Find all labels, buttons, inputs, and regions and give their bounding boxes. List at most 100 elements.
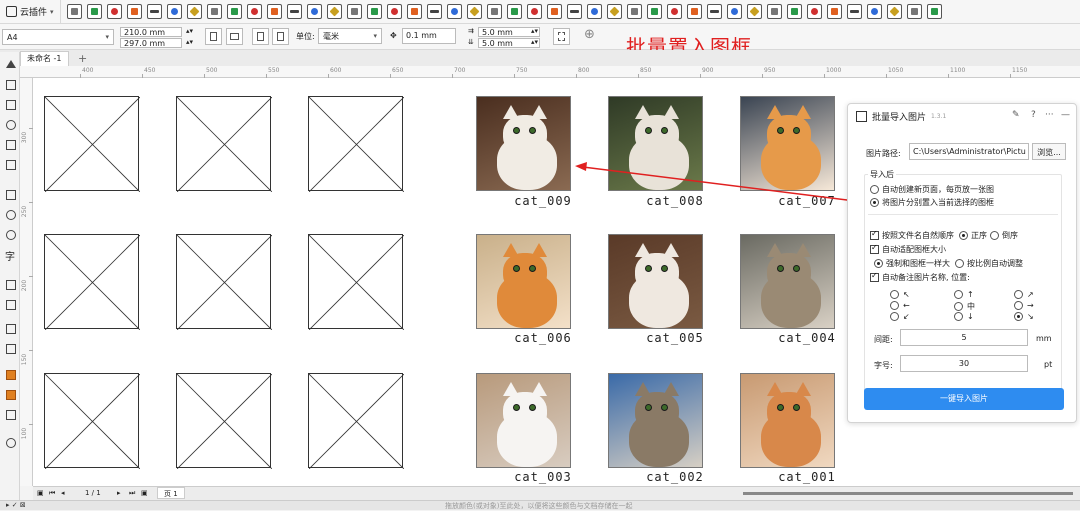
palette-arrow-icon[interactable]: ▸ ✓ ⊠ <box>6 501 26 509</box>
radio-sort-asc[interactable] <box>959 231 968 240</box>
plugin-tool-icon[interactable] <box>566 4 582 19</box>
connector-tool-icon[interactable] <box>4 298 16 310</box>
plugin-tool-icon[interactable] <box>606 4 622 19</box>
plugin-tool-icon[interactable] <box>366 4 382 19</box>
cat-photo[interactable] <box>476 373 571 468</box>
pos-center[interactable]: 中 <box>954 301 975 312</box>
cat-photo[interactable] <box>740 373 835 468</box>
help-button[interactable]: ? <box>1031 110 1036 120</box>
shape-tool-icon[interactable] <box>4 78 16 90</box>
radio-fit-scale[interactable] <box>955 259 964 268</box>
plugin-tool-icon[interactable] <box>486 4 502 19</box>
option-new-page[interactable]: 自动创建新页面，每页放一张图 <box>870 184 994 195</box>
parallel-dimension-tool-icon[interactable] <box>4 278 16 290</box>
empty-frame[interactable] <box>308 234 404 330</box>
plugin-tool-icon[interactable] <box>626 4 642 19</box>
polygon-tool-icon[interactable] <box>4 228 16 240</box>
interactive-fill-tool-icon[interactable] <box>4 388 16 400</box>
fontsize-input[interactable]: 30 <box>900 355 1028 372</box>
radio-pos[interactable] <box>954 290 963 299</box>
empty-frame[interactable] <box>308 373 404 469</box>
plugin-tool-icon[interactable] <box>306 4 322 19</box>
pos-top-left[interactable]: ↖ <box>890 290 910 299</box>
empty-frame[interactable] <box>308 96 404 192</box>
plugin-tool-icon[interactable] <box>326 4 342 19</box>
height-stepper[interactable]: ▴▾ <box>186 38 193 46</box>
plugin-tool-icon[interactable] <box>506 4 522 19</box>
plugin-tool-icon[interactable] <box>126 4 142 19</box>
pick-tool-icon[interactable] <box>4 58 16 70</box>
prev-page-icon[interactable]: ◂ <box>61 489 65 497</box>
empty-frame[interactable] <box>44 234 140 330</box>
page-width-input[interactable]: 210.0 mm <box>120 27 182 37</box>
plugin-tool-icon[interactable] <box>846 4 862 19</box>
plugin-menu[interactable]: 云插件 ▾ <box>0 0 61 24</box>
fit-option[interactable]: 自动适配图框大小 <box>870 243 946 255</box>
plugin-tool-icon[interactable] <box>66 4 82 19</box>
plugin-tool-icon[interactable] <box>806 4 822 19</box>
fit-checkbox[interactable] <box>870 243 879 254</box>
plugin-tool-icon[interactable] <box>226 4 242 19</box>
page-height-field[interactable]: 297.0 mm <box>120 38 182 48</box>
fit-mode-options[interactable]: 强制和图框一样大 按比例自动调整 <box>874 258 1023 269</box>
caption-checkbox[interactable] <box>870 271 879 282</box>
cat-photo[interactable] <box>740 234 835 329</box>
eyedropper-tool-icon[interactable] <box>4 368 16 380</box>
freehand-tool-icon[interactable] <box>4 138 16 150</box>
new-tab-icon[interactable]: + <box>78 52 87 65</box>
empty-frame[interactable] <box>44 96 140 192</box>
cat-photo[interactable] <box>608 234 703 329</box>
pin-icon[interactable]: ✎ <box>1012 110 1020 120</box>
zoom-tool-icon[interactable] <box>4 118 16 130</box>
option-into-frames[interactable]: 将图片分别置入当前选择的图框 <box>870 197 994 208</box>
empty-frame[interactable] <box>176 234 272 330</box>
sort-checkbox[interactable] <box>870 229 879 240</box>
nudge-field[interactable]: 0.1 mm <box>402 28 456 44</box>
smart-fill-tool-icon[interactable] <box>4 408 16 420</box>
transparency-tool-icon[interactable] <box>4 342 16 354</box>
treat-as-filled-button[interactable] <box>553 28 570 45</box>
pos-middle-right[interactable]: → <box>1014 301 1034 310</box>
plugin-tool-icon[interactable] <box>766 4 782 19</box>
all-pages-button[interactable] <box>252 28 269 45</box>
plugin-tool-icon[interactable] <box>106 4 122 19</box>
radio-pos[interactable] <box>954 302 963 311</box>
plugin-tool-icon[interactable] <box>186 4 202 19</box>
empty-frame[interactable] <box>176 373 272 469</box>
radio-new-page[interactable] <box>870 185 879 194</box>
radio-sort-desc[interactable] <box>990 231 999 240</box>
plugin-tool-icon[interactable] <box>726 4 742 19</box>
next-page-icon[interactable]: ▸ <box>117 489 121 497</box>
radio-pos[interactable] <box>1014 290 1023 299</box>
sort-option[interactable]: 按照文件名自然顺序 正序 倒序 <box>870 229 1018 241</box>
pos-bottom-left[interactable]: ↙ <box>890 312 910 321</box>
plugin-tool-icon[interactable] <box>266 4 282 19</box>
portrait-button[interactable] <box>205 28 222 45</box>
last-page-icon[interactable]: ⏭ <box>129 489 135 498</box>
plugin-tool-icon[interactable] <box>706 4 722 19</box>
plugin-tool-icon[interactable] <box>346 4 362 19</box>
plugin-tool-icon[interactable] <box>146 4 162 19</box>
cat-photo[interactable] <box>608 96 703 191</box>
radio-pos[interactable] <box>890 301 899 310</box>
plugin-tool-icon[interactable] <box>246 4 262 19</box>
plugin-tool-icon[interactable] <box>666 4 682 19</box>
page-width-field[interactable]: 210.0 mm <box>120 27 182 37</box>
page-options-icon[interactable]: ▣ <box>37 489 44 497</box>
import-button[interactable]: 一键导入图片 <box>864 388 1064 410</box>
empty-frame[interactable] <box>44 373 140 469</box>
plugin-tool-icon[interactable] <box>546 4 562 19</box>
cat-photo[interactable] <box>476 234 571 329</box>
add-icon[interactable]: ⊕ <box>584 27 595 42</box>
document-tab[interactable]: 未命名 -1 <box>20 51 69 66</box>
plugin-tool-icon[interactable] <box>166 4 182 19</box>
current-page-button[interactable] <box>272 28 289 45</box>
cat-photo[interactable] <box>608 373 703 468</box>
horizontal-scrollbar[interactable] <box>743 492 1073 495</box>
plugin-tool-icon[interactable] <box>786 4 802 19</box>
plugin-tool-icon[interactable] <box>886 4 902 19</box>
width-stepper[interactable]: ▴▾ <box>186 27 193 35</box>
plugin-tool-icon[interactable] <box>646 4 662 19</box>
plugin-tool-icon[interactable] <box>86 4 102 19</box>
empty-frame[interactable] <box>176 96 272 192</box>
